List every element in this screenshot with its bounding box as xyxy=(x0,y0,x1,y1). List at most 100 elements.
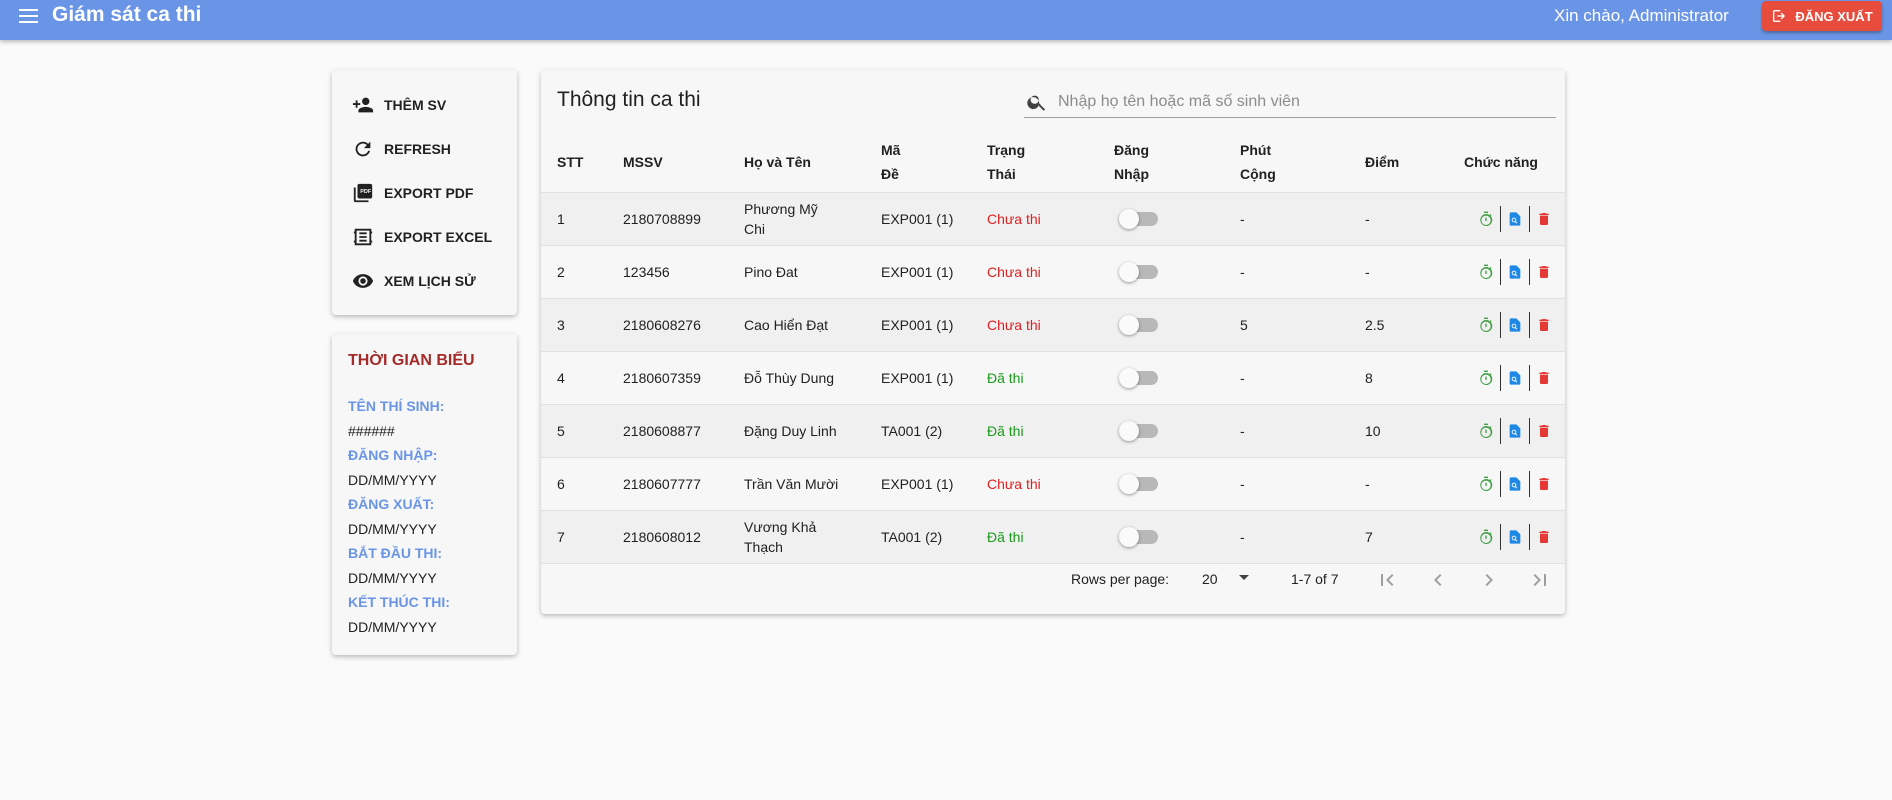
pagination: Rows per page: 20 1-7 of 7 xyxy=(541,552,1565,608)
exam-session-panel: Thông tin ca thi STT MSSV Họ và Tên Mã Đề… xyxy=(541,70,1565,614)
timer-icon[interactable] xyxy=(1472,417,1500,445)
search-input[interactable] xyxy=(1058,92,1538,111)
delete-icon[interactable] xyxy=(1530,311,1558,339)
cell-extra-minutes: - xyxy=(1224,191,1349,245)
login-toggle[interactable] xyxy=(1119,526,1158,547)
view-detail-icon[interactable] xyxy=(1501,205,1529,233)
view-detail-icon[interactable] xyxy=(1501,523,1529,551)
delete-icon[interactable] xyxy=(1530,205,1558,233)
delete-icon[interactable] xyxy=(1530,470,1558,498)
cell-stt: 5 xyxy=(541,403,607,457)
view-detail-icon[interactable] xyxy=(1501,364,1529,392)
cell-login xyxy=(1098,456,1224,510)
actions-panel: THÊM SV REFRESH PDF EXPORT PDF EXPORT EX… xyxy=(332,70,517,315)
cell-login xyxy=(1098,297,1224,351)
cell-login xyxy=(1098,350,1224,404)
cell-extra-minutes: - xyxy=(1224,403,1349,457)
export-excel-label: EXPORT EXCEL xyxy=(384,229,493,245)
eye-icon xyxy=(352,274,374,288)
col-header-exam-code-line2: Đề xyxy=(881,165,899,182)
excel-icon xyxy=(353,228,373,246)
cell-status: Chưa thi xyxy=(971,244,1098,298)
next-page-icon[interactable] xyxy=(1477,568,1501,592)
start-time-value: DD/MM/YYYY xyxy=(348,570,437,586)
col-header-status-line1: Trạng xyxy=(987,141,1026,158)
delete-icon[interactable] xyxy=(1530,258,1558,286)
student-name: Trần Văn Mười xyxy=(744,475,839,492)
exam-code: EXP001 (1) xyxy=(881,475,954,492)
toggle-knob xyxy=(1119,526,1139,547)
logout-label: ĐĂNG XUẤT xyxy=(1795,8,1873,24)
cell-score: 8 xyxy=(1349,350,1448,404)
login-toggle[interactable] xyxy=(1119,420,1158,441)
login-toggle[interactable] xyxy=(1119,208,1158,229)
cell-score: - xyxy=(1349,191,1448,245)
first-page-icon[interactable] xyxy=(1375,568,1399,592)
cell-status: Chưa thi xyxy=(971,297,1098,351)
chevron-down-icon[interactable] xyxy=(1239,575,1249,580)
refresh-button[interactable]: REFRESH xyxy=(332,127,517,171)
export-pdf-label: EXPORT PDF xyxy=(384,185,474,201)
login-time-value: DD/MM/YYYY xyxy=(348,472,437,488)
login-toggle[interactable] xyxy=(1119,261,1158,282)
view-detail-icon[interactable] xyxy=(1501,470,1529,498)
timer-icon[interactable] xyxy=(1472,523,1500,551)
cell-mssv: 2180708899 xyxy=(607,191,728,245)
toggle-knob xyxy=(1119,420,1139,441)
add-student-button[interactable]: THÊM SV xyxy=(332,83,517,127)
toggle-knob xyxy=(1119,208,1139,229)
delete-icon[interactable] xyxy=(1530,364,1558,392)
login-toggle[interactable] xyxy=(1119,367,1158,388)
timer-icon[interactable] xyxy=(1472,364,1500,392)
cell-status: Đã thi xyxy=(971,403,1098,457)
login-toggle[interactable] xyxy=(1119,473,1158,494)
view-detail-icon[interactable] xyxy=(1501,417,1529,445)
login-toggle[interactable] xyxy=(1119,314,1158,335)
rows-per-page-select[interactable]: 20 xyxy=(1202,571,1218,587)
exam-code: EXP001 (1) xyxy=(881,210,954,227)
table-row: 2 123456 Pino Đat EXP001 (1) Chưa thi - - xyxy=(541,244,1565,298)
candidate-value: ###### xyxy=(348,423,395,439)
cell-mssv: 2180607777 xyxy=(607,456,728,510)
cell-mssv: 2180608877 xyxy=(607,403,728,457)
panel-title: Thông tin ca thi xyxy=(557,88,701,111)
timer-icon[interactable] xyxy=(1472,470,1500,498)
export-pdf-button[interactable]: PDF EXPORT PDF xyxy=(332,171,517,215)
export-excel-button[interactable]: EXPORT EXCEL xyxy=(332,215,517,259)
exam-code: TA001 (2) xyxy=(881,422,943,439)
person-add-icon xyxy=(352,97,374,113)
menu-icon[interactable] xyxy=(16,6,40,26)
cell-exam-code: TA001 (2) xyxy=(865,403,971,457)
previous-page-icon[interactable] xyxy=(1426,568,1450,592)
col-header-login-line2: Nhập xyxy=(1114,165,1149,182)
cell-status: Chưa thi xyxy=(971,456,1098,510)
timer-icon[interactable] xyxy=(1472,258,1500,286)
view-detail-icon[interactable] xyxy=(1501,311,1529,339)
logout-button[interactable]: ĐĂNG XUẤT xyxy=(1762,1,1882,31)
rows-per-page-label: Rows per page: xyxy=(1071,571,1170,587)
cell-name: Cao Hiển Đạt xyxy=(728,297,865,351)
logout-icon xyxy=(1773,10,1786,22)
delete-icon[interactable] xyxy=(1530,417,1558,445)
cell-exam-code: EXP001 (1) xyxy=(865,244,971,298)
delete-icon[interactable] xyxy=(1530,523,1558,551)
last-page-icon[interactable] xyxy=(1528,568,1552,592)
exam-code: TA001 (2) xyxy=(881,528,943,545)
timer-icon[interactable] xyxy=(1472,205,1500,233)
cell-stt: 2 xyxy=(541,244,607,298)
cell-stt: 3 xyxy=(541,297,607,351)
timer-icon[interactable] xyxy=(1472,311,1500,339)
view-history-button[interactable]: XEM LỊCH SỬ xyxy=(332,259,517,303)
students-table: STT MSSV Họ và Tên Mã Đề Trạng Thái Đăng Nh… xyxy=(541,132,1565,564)
logout-time-label: ĐĂNG XUẤT: xyxy=(348,496,435,512)
cell-extra-minutes: - xyxy=(1224,350,1349,404)
cell-functions xyxy=(1448,456,1565,510)
student-name: Pino Đat xyxy=(744,263,798,280)
table-row: 4 2180607359 Đỗ Thùy Dung EXP001 (1) Đã thi -… xyxy=(541,350,1565,404)
col-header-status: Trạng Thái xyxy=(971,132,1098,192)
app-title: Giám sát ca thi xyxy=(52,3,202,26)
cell-score: - xyxy=(1349,244,1448,298)
page-range: 1-7 of 7 xyxy=(1291,571,1339,587)
view-detail-icon[interactable] xyxy=(1501,258,1529,286)
exam-code: EXP001 (1) xyxy=(881,316,954,333)
